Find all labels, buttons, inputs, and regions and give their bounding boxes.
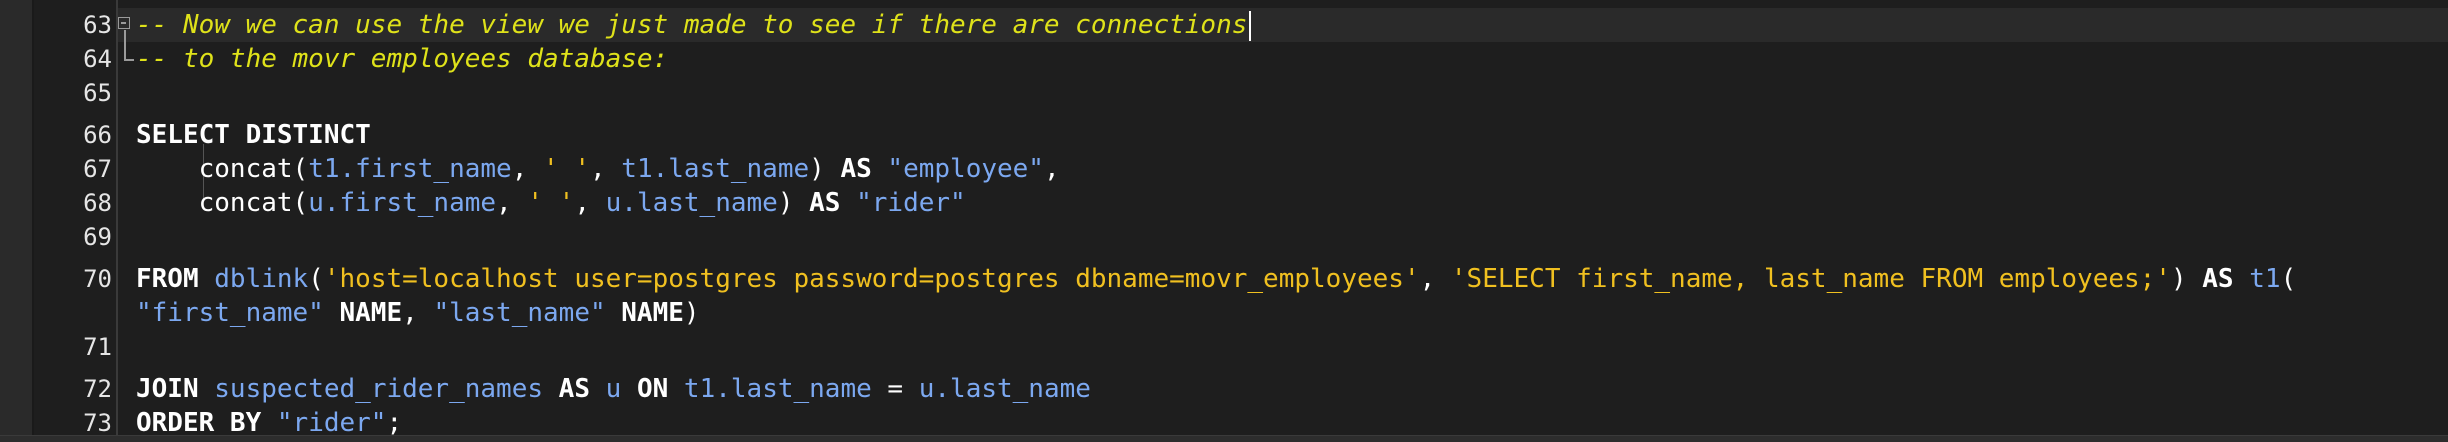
code-token-id: dblink xyxy=(214,264,309,294)
code-token-pn: ( xyxy=(2280,264,2297,294)
code-token-kw: AS xyxy=(809,188,857,218)
code-token-pn: , xyxy=(496,188,528,218)
code-token-pn xyxy=(136,188,199,218)
code-token-id: suspected_rider_names xyxy=(214,374,544,404)
code-token-id: t1.last_name xyxy=(621,154,810,184)
line-number: 65 xyxy=(83,79,112,107)
code-token-str: ' ' xyxy=(527,188,575,218)
code-editor[interactable]: 63 64 65 66 67 68 69 70 71 72 73 -- Now we can use… xyxy=(0,0,2448,442)
code-token-str: 'host=localhost user=postgres password=p… xyxy=(323,264,1420,294)
code-token-pn: ) xyxy=(2170,264,2203,294)
code-line[interactable]: JOIN suspected_rider_names AS u ON t1.la… xyxy=(136,372,1091,406)
line-number: 64 xyxy=(83,45,112,73)
fold-range-end xyxy=(124,59,134,61)
code-token-cm: -- Now we can use the view we just made … xyxy=(136,10,1248,40)
line-number: 63 xyxy=(83,11,112,39)
code-token-pn: , xyxy=(1419,264,1451,294)
code-token-pn: ) xyxy=(683,298,700,328)
code-token-str: ' ' xyxy=(543,154,590,184)
code-token-id: u.first_name xyxy=(308,188,497,218)
code-token-id: u xyxy=(605,374,622,404)
code-token-kw: FROM xyxy=(136,264,215,294)
code-token-pn: , xyxy=(1043,154,1060,184)
code-token-cm: -- to the movr employees database: xyxy=(136,44,669,74)
code-line[interactable]: -- to the movr employees database: xyxy=(136,42,668,76)
code-line[interactable]: -- Now we can use the view we just made … xyxy=(136,8,1252,42)
code-token-qid: "rider" xyxy=(276,408,387,438)
code-token-kw: AS xyxy=(543,374,606,404)
editor-margin-strip xyxy=(0,0,34,442)
code-token-pn: ) xyxy=(777,188,810,218)
horizontal-scrollbar[interactable] xyxy=(0,435,2448,442)
code-token-id: u.last_name xyxy=(605,188,778,218)
code-token-id: u.last_name xyxy=(918,374,1091,404)
code-token-fn: concat xyxy=(198,188,293,218)
line-number: 72 xyxy=(83,375,112,403)
code-token-kw: ON xyxy=(621,374,684,404)
line-number: 68 xyxy=(83,189,112,217)
code-token-kw: JOIN xyxy=(136,374,215,404)
code-token-pn: = xyxy=(871,374,919,404)
code-token-qid: "first_name" xyxy=(136,298,324,328)
code-token-pn: , xyxy=(402,298,434,328)
code-token-pn: ( xyxy=(308,264,324,294)
code-line[interactable]: "first_name" NAME, "last_name" NAME) xyxy=(136,296,700,330)
code-token-pn: ; xyxy=(386,408,403,438)
code-token-kw: SELECT DISTINCT xyxy=(136,120,371,150)
line-number: 70 xyxy=(83,265,112,293)
line-number-gutter: 63 64 65 66 67 68 69 70 71 72 73 xyxy=(34,0,116,442)
code-line[interactable]: SELECT DISTINCT xyxy=(136,118,371,152)
code-token-str: 'SELECT first_name, last_name FROM emplo… xyxy=(1450,264,2171,294)
fold-toggle-icon[interactable] xyxy=(118,17,130,29)
code-token-pn: ( xyxy=(292,154,309,184)
code-token-pn: , xyxy=(511,154,544,184)
code-token-kw: AS xyxy=(2202,264,2250,294)
code-line[interactable]: FROM dblink('host=localhost user=postgre… xyxy=(136,262,2296,296)
fold-range-line xyxy=(124,30,126,60)
code-token-kw: NAME xyxy=(605,298,684,328)
code-line[interactable]: concat(u.first_name, ' ', u.last_name) A… xyxy=(136,186,966,220)
code-token-qid: "rider" xyxy=(856,188,966,218)
code-token-qid: "last_name" xyxy=(433,298,606,328)
text-cursor xyxy=(1249,10,1252,41)
code-token-pn xyxy=(136,154,199,184)
line-number: 66 xyxy=(83,121,112,149)
code-token-pn: ) xyxy=(809,154,841,184)
code-token-id: t1.first_name xyxy=(308,154,512,184)
code-token-id: t1 xyxy=(2249,264,2281,294)
code-token-id: t1.last_name xyxy=(683,374,872,404)
code-token-kw: AS xyxy=(840,154,888,184)
code-token-pn: , xyxy=(574,188,606,218)
code-token-kw: ORDER BY xyxy=(136,408,277,438)
code-token-kw: NAME xyxy=(323,298,403,328)
code-token-qid: "employee" xyxy=(887,154,1044,184)
gutter-divider xyxy=(116,0,118,442)
code-token-pn: , xyxy=(589,154,622,184)
code-token-pn: ( xyxy=(292,188,309,218)
line-number: 67 xyxy=(83,155,112,183)
line-number: 71 xyxy=(83,333,112,361)
line-number: 69 xyxy=(83,223,112,251)
line-number xyxy=(34,296,112,330)
code-token-fn: concat xyxy=(198,154,293,184)
code-line[interactable]: concat(t1.first_name, ' ', t1.last_name)… xyxy=(136,152,1060,186)
